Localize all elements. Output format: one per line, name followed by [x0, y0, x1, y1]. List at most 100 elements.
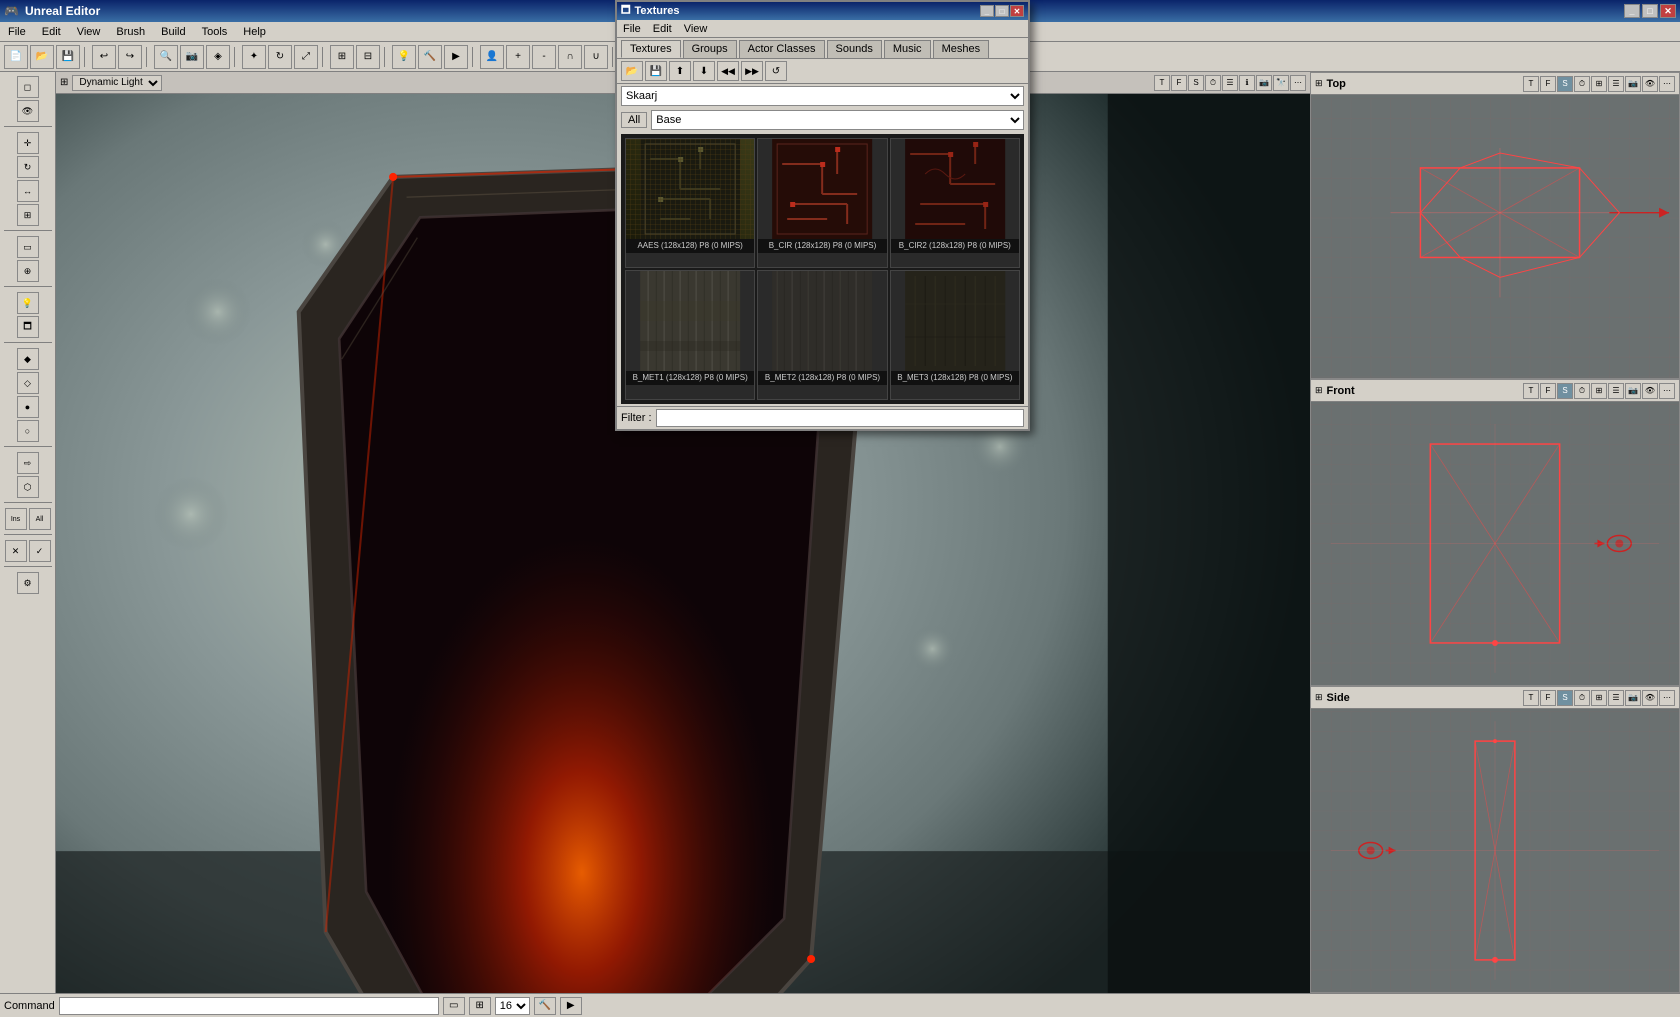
toolbar-camera[interactable]: 📷	[180, 45, 204, 69]
lt-actor3[interactable]: ●	[17, 396, 39, 418]
toolbar-undo[interactable]: ↩	[92, 45, 116, 69]
tab-groups[interactable]: Groups	[683, 40, 737, 58]
toolbar-intersect[interactable]: ∩	[558, 45, 582, 69]
lt-settings[interactable]: ⚙	[17, 572, 39, 594]
toolbar-light[interactable]: 💡	[392, 45, 416, 69]
menu-edit[interactable]: Edit	[34, 24, 69, 40]
lt-scale[interactable]: ↔	[17, 180, 39, 202]
bb-btn-1[interactable]: ▭	[443, 997, 465, 1015]
texture-browser-content[interactable]: AAES (128x128) P8 (0 MIPS)	[621, 134, 1024, 404]
viewport-3d-mode-select[interactable]: Dynamic Light Wireframe Solid	[72, 75, 162, 91]
toolbar-grid[interactable]: ⊞	[330, 45, 354, 69]
vp-side-t[interactable]: T	[1523, 690, 1539, 706]
vp-front-t[interactable]: T	[1523, 383, 1539, 399]
vp3d-rt[interactable]: ⏱	[1205, 75, 1221, 91]
tb-menu-view[interactable]: View	[678, 22, 714, 36]
vp-top-f[interactable]: F	[1540, 76, 1556, 92]
lt-brush[interactable]: ▭	[17, 236, 39, 258]
tb-icon-save[interactable]: 💾	[645, 61, 667, 81]
texture-item-2[interactable]: B_CIR (128x128) P8 (0 MIPS)	[757, 138, 887, 268]
vp-top-m2[interactable]: ☰	[1608, 76, 1624, 92]
tab-actor-classes[interactable]: Actor Classes	[739, 40, 825, 58]
lt-actor2[interactable]: ◇	[17, 372, 39, 394]
toolbar-save[interactable]: 💾	[56, 45, 80, 69]
lt-snap[interactable]: ⊞	[17, 204, 39, 226]
toolbar-new[interactable]: 📄	[4, 45, 28, 69]
bb-build-btn[interactable]: 🔨	[534, 997, 556, 1015]
tb-icon-export[interactable]: ⬇	[693, 61, 715, 81]
vp-top-eye[interactable]: 👁	[1642, 76, 1658, 92]
vp-side-cam[interactable]: 📷	[1625, 690, 1641, 706]
toolbar-play[interactable]: ▶	[444, 45, 468, 69]
toolbar-redo[interactable]: ↪	[118, 45, 142, 69]
command-input[interactable]	[59, 997, 439, 1015]
viewport-front[interactable]: ⊞ Front T F S ⏱ ⊞ ☰ 📷 👁 ⋯	[1310, 379, 1680, 686]
tb-icon-refresh[interactable]: ↺	[765, 61, 787, 81]
lt-all[interactable]: All	[29, 508, 51, 530]
toolbar-brush-add[interactable]: +	[506, 45, 530, 69]
lt-path[interactable]: ⇨	[17, 452, 39, 474]
vp-front-f[interactable]: F	[1540, 383, 1556, 399]
viewport-side[interactable]: ⊞ Side T F S ⏱ ⊞ ☰ 📷 👁 ⋯	[1310, 686, 1680, 993]
menu-file[interactable]: File	[0, 24, 34, 40]
vp3d-cam2[interactable]: 🔭	[1273, 75, 1289, 91]
vp3d-extra[interactable]: ⋯	[1290, 75, 1306, 91]
toolbar-actor[interactable]: 👤	[480, 45, 504, 69]
toolbar-snap[interactable]: ⊟	[356, 45, 380, 69]
vp-top-s[interactable]: S	[1557, 76, 1573, 92]
filter-input[interactable]	[656, 409, 1024, 427]
lt-rotate[interactable]: ↻	[17, 156, 39, 178]
toolbar-deintersect[interactable]: ∪	[584, 45, 608, 69]
lt-actor1[interactable]: ◆	[17, 348, 39, 370]
menu-help[interactable]: Help	[235, 24, 274, 40]
texture-item-1[interactable]: AAES (128x128) P8 (0 MIPS)	[625, 138, 755, 268]
tb-icon-open[interactable]: 📂	[621, 61, 643, 81]
tb-icon-prev[interactable]: ◀◀	[717, 61, 739, 81]
vp-front-eye[interactable]: 👁	[1642, 383, 1658, 399]
lt-check[interactable]: ✓	[29, 540, 51, 562]
tb-menu-edit[interactable]: Edit	[647, 22, 678, 36]
tb-minimize[interactable]: _	[980, 5, 994, 17]
vp3d-t[interactable]: T	[1154, 75, 1170, 91]
menu-tools[interactable]: Tools	[194, 24, 236, 40]
texture-item-5[interactable]: B_MET2 (128x128) P8 (0 MIPS)	[757, 270, 887, 400]
vp-front-rt[interactable]: ⏱	[1574, 383, 1590, 399]
lt-camera[interactable]: 👁	[17, 100, 39, 122]
toolbar-search[interactable]: 🔍	[154, 45, 178, 69]
toolbar-brush-sub[interactable]: -	[532, 45, 556, 69]
tab-music[interactable]: Music	[884, 40, 931, 58]
grid-size-select[interactable]: 16 8 32 64	[495, 997, 530, 1015]
maximize-button[interactable]: □	[1642, 4, 1658, 18]
bb-btn-2[interactable]: ⊞	[469, 997, 491, 1015]
menu-brush[interactable]: Brush	[108, 24, 153, 40]
lt-light[interactable]: 💡	[17, 292, 39, 314]
close-button[interactable]: ✕	[1660, 4, 1676, 18]
lt-add[interactable]: ⊕	[17, 260, 39, 282]
filter-all-btn[interactable]: All	[621, 112, 647, 128]
vp3d-s[interactable]: S	[1188, 75, 1204, 91]
vp-front-s[interactable]: S	[1557, 383, 1573, 399]
texture-item-6[interactable]: B_MET3 (128x128) P8 (0 MIPS)	[890, 270, 1020, 400]
lt-select[interactable]: ◻	[17, 76, 39, 98]
texture-item-4[interactable]: B_MET1 (128x128) P8 (0 MIPS)	[625, 270, 755, 400]
viewport-top[interactable]: ⊞ Top T F S ⏱ ⊞ ☰ 📷 👁 ⋯	[1310, 72, 1680, 379]
vp3d-f[interactable]: F	[1171, 75, 1187, 91]
vp-top-extra[interactable]: ⋯	[1659, 76, 1675, 92]
vp-front-m1[interactable]: ⊞	[1591, 383, 1607, 399]
texture-item-3[interactable]: B_CIR2 (128x128) P8 (0 MIPS)	[890, 138, 1020, 268]
tab-textures[interactable]: Textures	[621, 40, 681, 58]
vp-front-cam[interactable]: 📷	[1625, 383, 1641, 399]
vp-side-f[interactable]: F	[1540, 690, 1556, 706]
vp-top-m1[interactable]: ⊞	[1591, 76, 1607, 92]
package-select[interactable]: Skaarj Ancient Base Castle City	[621, 86, 1024, 106]
minimize-button[interactable]: _	[1624, 4, 1640, 18]
vp3d-cam1[interactable]: 📷	[1256, 75, 1272, 91]
tb-icon-import[interactable]: ⬆	[669, 61, 691, 81]
vp-side-m2[interactable]: ☰	[1608, 690, 1624, 706]
vp3d-info[interactable]: ℹ	[1239, 75, 1255, 91]
vp-side-s[interactable]: S	[1557, 690, 1573, 706]
vp-top-cam[interactable]: 📷	[1625, 76, 1641, 92]
menu-view[interactable]: View	[69, 24, 109, 40]
lt-texture[interactable]: 🗖	[17, 316, 39, 338]
vp-top-rt[interactable]: ⏱	[1574, 76, 1590, 92]
